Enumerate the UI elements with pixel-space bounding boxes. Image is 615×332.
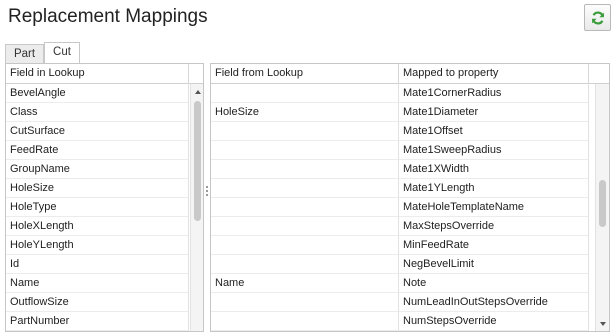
grid-header: Field from Lookup Mapped to property xyxy=(211,64,609,84)
table-row[interactable]: MinFeedRate xyxy=(211,236,609,255)
field-in-lookup-cell[interactable]: OutflowSize xyxy=(6,293,189,312)
table-row[interactable]: BevelAngle xyxy=(6,84,203,103)
field-from-lookup-cell[interactable] xyxy=(211,84,399,103)
field-in-lookup-cell[interactable]: CutSurface xyxy=(6,122,189,141)
mapped-to-property-cell: MaxStepsOverride xyxy=(399,217,589,236)
table-row[interactable]: Mate1Offset xyxy=(211,122,609,141)
field-in-lookup-cell[interactable]: PartNumber xyxy=(6,312,189,331)
table-row[interactable]: Id xyxy=(6,255,203,274)
splitter-grip-dot xyxy=(206,194,208,196)
lookup-fields-grid: Field in Lookup BevelAngle Class CutSurfac… xyxy=(5,63,204,332)
field-from-lookup-cell[interactable] xyxy=(211,179,399,198)
scroll-up-arrow-icon[interactable] xyxy=(195,90,201,94)
mapped-to-property-cell: MinFeedRate xyxy=(399,236,589,255)
table-row[interactable]: HoleType xyxy=(6,198,203,217)
field-from-lookup-cell[interactable] xyxy=(211,122,399,141)
column-header-mapped-to-property[interactable]: Mapped to property xyxy=(399,64,589,84)
field-in-lookup-cell[interactable]: HoleType xyxy=(6,198,189,217)
header-filler xyxy=(189,64,203,84)
field-from-lookup-cell[interactable]: HoleSize xyxy=(211,103,399,122)
left-vertical-scrollbar[interactable] xyxy=(190,84,203,331)
table-row[interactable]: PartNumber xyxy=(6,312,203,331)
splitter-grip-dot xyxy=(206,190,208,192)
mapped-to-property-cell: MateHoleTemplateName xyxy=(399,198,589,217)
column-header-field-in-lookup[interactable]: Field in Lookup xyxy=(6,64,189,84)
table-row[interactable]: HoleXLength xyxy=(6,217,203,236)
table-row[interactable]: NumStepsOverride xyxy=(211,312,609,331)
mapped-to-property-cell: Mate1CornerRadius xyxy=(399,84,589,103)
field-in-lookup-cell[interactable]: Class xyxy=(6,103,189,122)
field-in-lookup-cell[interactable]: Name xyxy=(6,274,189,293)
mapped-to-property-cell: NumStepsOverride xyxy=(399,312,589,331)
mapped-to-property-cell: NumLeadInOutStepsOverride xyxy=(399,293,589,312)
table-row[interactable]: Mate1XWidth xyxy=(211,160,609,179)
column-header-field-from-lookup[interactable]: Field from Lookup xyxy=(211,64,399,84)
table-row[interactable]: Name xyxy=(6,274,203,293)
field-from-lookup-cell[interactable] xyxy=(211,141,399,160)
tab-cut[interactable]: Cut xyxy=(44,42,80,64)
table-row[interactable]: FeedRate xyxy=(6,141,203,160)
mapped-to-property-cell: NegBevelLimit xyxy=(399,255,589,274)
table-row[interactable]: MaxStepsOverride xyxy=(211,217,609,236)
mappings-grid: Field from Lookup Mapped to property Mat… xyxy=(210,63,610,332)
splitter-grip-dot xyxy=(206,186,208,188)
grid-header: Field in Lookup xyxy=(6,64,203,84)
refresh-icon xyxy=(591,10,604,25)
field-from-lookup-cell[interactable] xyxy=(211,160,399,179)
table-row[interactable]: Mate1CornerRadius xyxy=(211,84,609,103)
tab-part[interactable]: Part xyxy=(5,44,44,63)
mapped-to-property-cell: Mate1Offset xyxy=(399,122,589,141)
table-row[interactable]: NumLeadInOutStepsOverride xyxy=(211,293,609,312)
mapped-to-property-cell: Mate1Diameter xyxy=(399,103,589,122)
scroll-thumb[interactable] xyxy=(194,101,201,221)
right-vertical-scrollbar[interactable] xyxy=(595,84,609,331)
mapped-to-property-cell: Mate1SweepRadius xyxy=(399,141,589,160)
mapped-to-property-cell: Mate1YLength xyxy=(399,179,589,198)
field-in-lookup-cell[interactable]: BevelAngle xyxy=(6,84,189,103)
page-title: Replacement Mappings xyxy=(8,6,208,27)
scroll-thumb[interactable] xyxy=(599,180,606,227)
mapped-to-property-cell: Mate1XWidth xyxy=(399,160,589,179)
table-row[interactable]: Class xyxy=(6,103,203,122)
table-row[interactable]: OutflowSize xyxy=(6,293,203,312)
field-from-lookup-cell[interactable] xyxy=(211,236,399,255)
table-row[interactable]: MateHoleTemplateName xyxy=(211,198,609,217)
field-from-lookup-cell[interactable] xyxy=(211,217,399,236)
table-row[interactable]: Name Note xyxy=(211,274,609,293)
mapped-to-property-cell: Note xyxy=(399,274,589,293)
field-in-lookup-cell[interactable]: HoleYLength xyxy=(6,236,189,255)
table-row[interactable]: Mate1SweepRadius xyxy=(211,141,609,160)
table-row[interactable]: CutSurface xyxy=(6,122,203,141)
table-row[interactable]: HoleSize xyxy=(6,179,203,198)
field-in-lookup-cell[interactable]: HoleXLength xyxy=(6,217,189,236)
scroll-down-arrow-icon[interactable] xyxy=(600,322,606,326)
header-filler xyxy=(589,64,609,84)
field-from-lookup-cell[interactable]: Name xyxy=(211,274,399,293)
field-in-lookup-cell[interactable]: Id xyxy=(6,255,189,274)
field-from-lookup-cell[interactable] xyxy=(211,293,399,312)
field-in-lookup-cell[interactable]: FeedRate xyxy=(6,141,189,160)
refresh-button[interactable] xyxy=(584,4,611,31)
field-from-lookup-cell[interactable] xyxy=(211,198,399,217)
table-row[interactable]: GroupName xyxy=(6,160,203,179)
field-from-lookup-cell[interactable] xyxy=(211,312,399,331)
field-in-lookup-cell[interactable]: HoleSize xyxy=(6,179,189,198)
table-row[interactable]: NegBevelLimit xyxy=(211,255,609,274)
table-row[interactable]: HoleSize Mate1Diameter xyxy=(211,103,609,122)
field-from-lookup-cell[interactable] xyxy=(211,255,399,274)
table-row[interactable]: Mate1YLength xyxy=(211,179,609,198)
table-row[interactable]: HoleYLength xyxy=(6,236,203,255)
field-in-lookup-cell[interactable]: GroupName xyxy=(6,160,189,179)
